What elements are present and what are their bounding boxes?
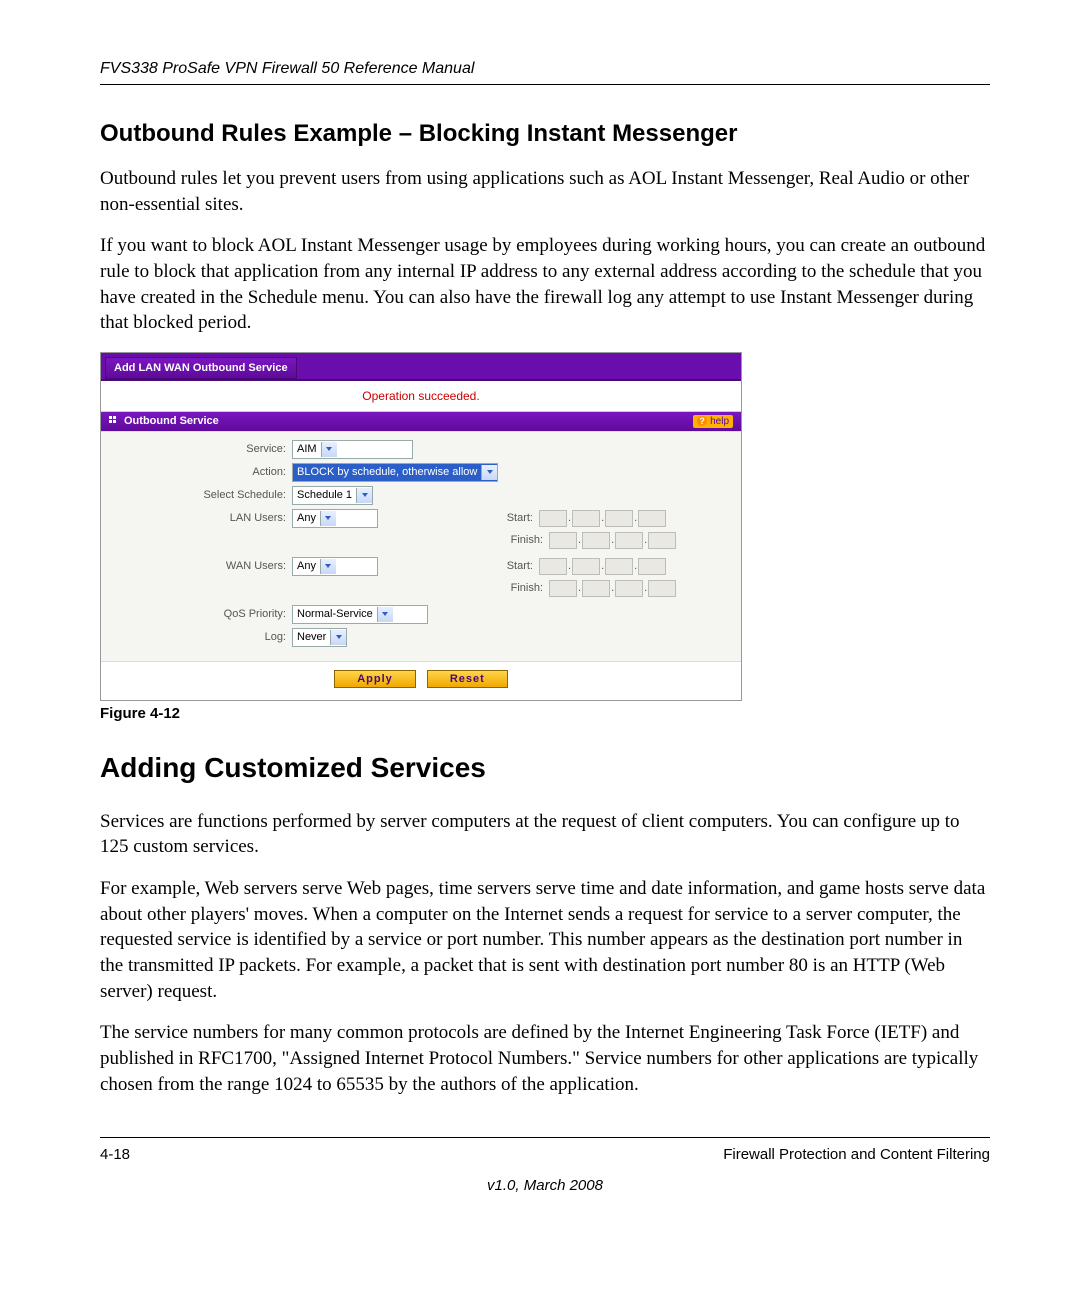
- log-label: Log:: [101, 631, 292, 643]
- page-footer: 4-18 Firewall Protection and Content Fil…: [100, 1137, 990, 1163]
- figure-caption: Figure 4-12: [100, 705, 990, 722]
- document-page: FVS338 ProSafe VPN Firewall 50 Reference…: [0, 0, 1080, 1234]
- chevron-down-icon: [320, 511, 336, 526]
- section-header-bar: Outbound Service help: [101, 412, 741, 431]
- page-number: 4-18: [100, 1146, 130, 1163]
- wan-users-select[interactable]: Any: [292, 557, 378, 576]
- ip-octet-input[interactable]: [605, 510, 633, 527]
- section-title: Outbound Service: [124, 415, 219, 427]
- ip-octet-input[interactable]: [539, 558, 567, 575]
- ip-octet-input[interactable]: [648, 532, 676, 549]
- window-title: Add LAN WAN Outbound Service: [105, 357, 297, 379]
- chevron-down-icon: [377, 607, 393, 622]
- start-ip-label: Start:: [488, 512, 539, 524]
- running-header: FVS338 ProSafe VPN Firewall 50 Reference…: [100, 60, 990, 85]
- body-paragraph: The service numbers for many common prot…: [100, 1020, 990, 1097]
- ip-octet-input[interactable]: [638, 558, 666, 575]
- start-ip-label: Start:: [488, 560, 539, 572]
- grid-icon: [109, 416, 119, 426]
- ip-octet-input[interactable]: [549, 532, 577, 549]
- ip-octet-input[interactable]: [582, 532, 610, 549]
- status-message: Operation succeeded.: [101, 381, 741, 412]
- action-select[interactable]: BLOCK by schedule, otherwise allow: [292, 463, 498, 482]
- qos-select[interactable]: Normal-Service: [292, 605, 428, 624]
- ip-octet-input[interactable]: [648, 580, 676, 597]
- ip-octet-input[interactable]: [539, 510, 567, 527]
- chapter-title: Firewall Protection and Content Filterin…: [723, 1146, 990, 1163]
- service-select[interactable]: AIM: [292, 440, 413, 459]
- ui-screenshot: Add LAN WAN Outbound Service Operation s…: [100, 352, 742, 701]
- finish-ip-label: Finish:: [498, 534, 549, 546]
- ip-octet-input[interactable]: [582, 580, 610, 597]
- button-row: Apply Reset: [101, 662, 741, 700]
- ip-octet-input[interactable]: [638, 510, 666, 527]
- chevron-down-icon: [356, 488, 372, 503]
- document-version: v1.0, March 2008: [100, 1177, 990, 1194]
- service-label: Service:: [101, 443, 292, 455]
- finish-ip-label: Finish:: [498, 582, 549, 594]
- section-heading-outbound: Outbound Rules Example – Blocking Instan…: [100, 120, 990, 148]
- chevron-down-icon: [481, 465, 497, 480]
- body-paragraph: Outbound rules let you prevent users fro…: [100, 166, 990, 217]
- lan-users-label: LAN Users:: [101, 512, 292, 524]
- ip-octet-input[interactable]: [572, 510, 600, 527]
- form-panel: Service: AIM Action: BLOCK by schedule, …: [101, 431, 741, 662]
- window-titlebar: Add LAN WAN Outbound Service: [101, 353, 741, 381]
- ip-octet-input[interactable]: [605, 558, 633, 575]
- chevron-down-icon: [330, 630, 346, 645]
- qos-label: QoS Priority:: [101, 608, 292, 620]
- apply-button[interactable]: Apply: [334, 670, 416, 688]
- ip-octet-input[interactable]: [572, 558, 600, 575]
- section-heading-custom-services: Adding Customized Services: [100, 752, 990, 784]
- action-label: Action:: [101, 466, 292, 478]
- schedule-select[interactable]: Schedule 1: [292, 486, 373, 505]
- figure: Add LAN WAN Outbound Service Operation s…: [100, 352, 990, 722]
- chevron-down-icon: [321, 442, 337, 457]
- wan-users-label: WAN Users:: [101, 560, 292, 572]
- reset-button[interactable]: Reset: [427, 670, 508, 688]
- ip-octet-input[interactable]: [615, 580, 643, 597]
- body-paragraph: If you want to block AOL Instant Messeng…: [100, 233, 990, 336]
- log-select[interactable]: Never: [292, 628, 347, 647]
- ip-octet-input[interactable]: [615, 532, 643, 549]
- schedule-label: Select Schedule:: [101, 489, 292, 501]
- chevron-down-icon: [320, 559, 336, 574]
- lan-users-select[interactable]: Any: [292, 509, 378, 528]
- body-paragraph: Services are functions performed by serv…: [100, 809, 990, 860]
- ip-octet-input[interactable]: [549, 580, 577, 597]
- help-link[interactable]: help: [693, 415, 733, 428]
- body-paragraph: For example, Web servers serve Web pages…: [100, 876, 990, 1004]
